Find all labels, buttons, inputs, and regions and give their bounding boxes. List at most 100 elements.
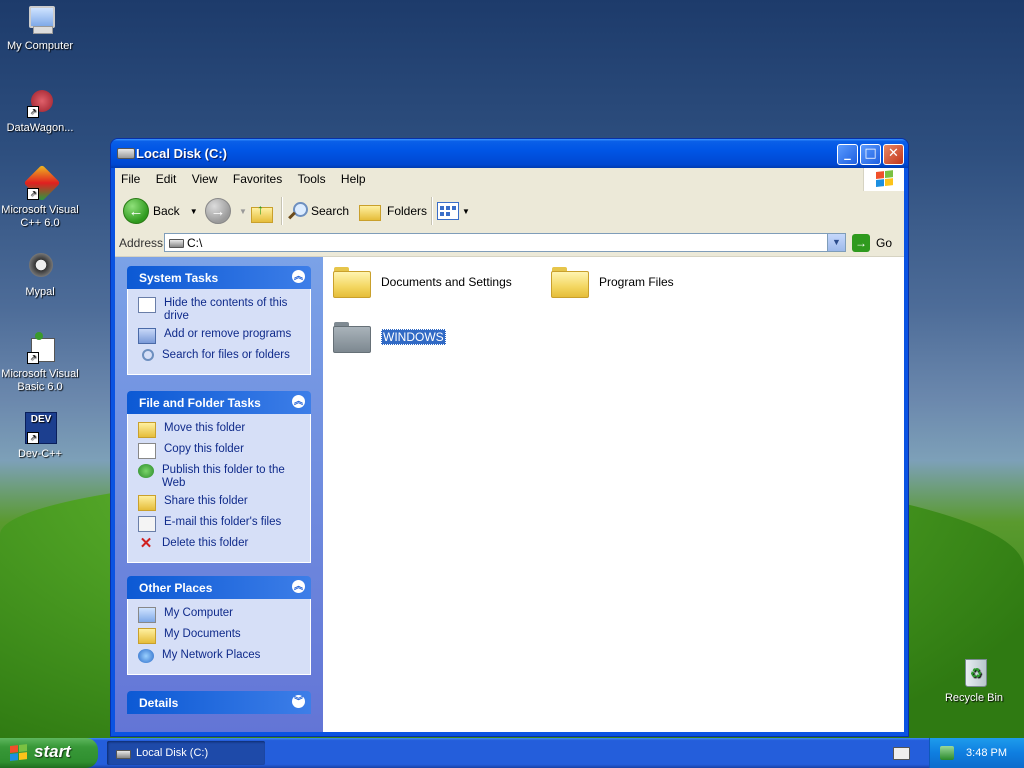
task-email-files[interactable]: E-mail this folder's files	[138, 516, 304, 532]
forward-arrow-icon: →	[205, 198, 231, 224]
windows-flag-icon	[10, 744, 28, 763]
place-my-computer[interactable]: My Computer	[138, 607, 304, 623]
folder-documents-and-settings[interactable]: Documents and Settings	[333, 265, 512, 298]
address-dropdown-button[interactable]: ▼	[827, 234, 845, 251]
file-folder-tasks-body: Move this folder Copy this folder Publis…	[127, 414, 311, 563]
desktop-icon-visual-cpp[interactable]: ↗ Microsoft Visual C++ 6.0	[0, 164, 80, 230]
collapse-chevron-icon[interactable]: ︽	[292, 395, 305, 408]
address-input[interactable]: C:\ ▼	[164, 233, 846, 252]
task-move-folder[interactable]: Move this folder	[138, 422, 304, 438]
place-my-documents[interactable]: My Documents	[138, 628, 304, 644]
address-bar: Address C:\ ▼ → Go	[115, 231, 904, 257]
file-list: Documents and Settings Program Files WIN…	[323, 257, 904, 732]
forward-button[interactable]: → ▼	[205, 198, 247, 224]
desktop-icon-my-computer[interactable]: My Computer	[0, 4, 80, 53]
details-header[interactable]: Details ︾	[127, 691, 311, 714]
search-label: Search	[311, 204, 350, 218]
menu-help[interactable]: Help	[335, 168, 372, 186]
go-button[interactable]: → Go	[852, 234, 892, 252]
search-icon	[138, 349, 154, 363]
expand-chevron-icon[interactable]: ︾	[292, 695, 305, 708]
content-area: System Tasks ︽ Hide the contents of this…	[115, 257, 904, 732]
minimize-button[interactable]: _	[837, 144, 858, 165]
folders-label: Folders	[387, 204, 428, 218]
visual-basic-icon: ↗	[23, 332, 57, 366]
collapse-chevron-icon[interactable]: ︽	[292, 270, 305, 283]
up-button[interactable]: ↑	[251, 198, 273, 224]
system-tasks-header[interactable]: System Tasks ︽	[127, 266, 311, 289]
collapse-chevron-icon[interactable]: ︽	[292, 580, 305, 593]
menu-file[interactable]: File	[115, 168, 146, 186]
file-folder-tasks-header[interactable]: File and Folder Tasks ︽	[127, 391, 311, 414]
menu-tools[interactable]: Tools	[292, 168, 332, 186]
back-button[interactable]: ← Back ▼	[123, 198, 198, 224]
task-label: Publish this folder to the Web	[162, 464, 285, 489]
share-folder-icon	[138, 495, 156, 511]
task-add-remove-programs[interactable]: Add or remove programs	[138, 328, 304, 344]
start-button[interactable]: start	[0, 738, 98, 768]
taskbar: start Local Disk (C:) 3:48 PM	[0, 738, 1024, 768]
network-tray-icon[interactable]	[940, 746, 954, 760]
details-panel: Details ︾	[127, 691, 311, 714]
drive-icon	[116, 750, 131, 759]
views-button[interactable]: ▼	[437, 198, 470, 224]
other-places-header[interactable]: Other Places ︽	[127, 576, 311, 599]
folder-label-selected: WINDOWS	[381, 328, 446, 345]
back-label: Back	[153, 204, 180, 218]
desktop-icon-label: DataWagon...	[6, 122, 74, 134]
menu-view[interactable]: View	[186, 168, 224, 186]
folder-program-files[interactable]: Program Files	[551, 265, 674, 298]
place-my-network-places[interactable]: My Network Places	[138, 649, 304, 663]
desktop-icon-mypal[interactable]: Mypal	[0, 250, 80, 299]
file-folder-tasks-panel: File and Folder Tasks ︽ Move this folder…	[127, 391, 311, 563]
desktop-icon-label: My Computer	[6, 40, 74, 52]
task-search-files[interactable]: Search for files or folders	[138, 349, 304, 363]
close-button[interactable]: ✕	[883, 144, 904, 165]
task-label: E-mail this folder's files	[164, 516, 282, 528]
go-arrow-icon: →	[852, 234, 870, 252]
folder-icon	[551, 265, 589, 298]
panel-title: Other Places	[139, 581, 213, 595]
task-copy-folder[interactable]: Copy this folder	[138, 443, 304, 459]
system-tasks-panel: System Tasks ︽ Hide the contents of this…	[127, 266, 311, 375]
address-value: C:\	[187, 236, 203, 250]
desktop-icon-devcpp[interactable]: DEV ↗ Dev-C++	[0, 412, 80, 461]
window-title: Local Disk (C:)	[136, 146, 228, 161]
go-label: Go	[876, 236, 893, 250]
taskbar-item-label: Local Disk (C:)	[136, 747, 209, 759]
publish-web-icon	[138, 464, 154, 478]
task-hide-contents[interactable]: Hide the contents of this drive	[138, 297, 304, 323]
desktop-icon-datawagon[interactable]: ↗ DataWagon...	[0, 86, 80, 135]
documents-folder-icon	[138, 628, 156, 644]
desktop-icon-visual-basic[interactable]: ↗ Microsoft Visual Basic 6.0	[0, 332, 80, 394]
taskbar-item-local-disk[interactable]: Local Disk (C:)	[107, 741, 265, 765]
desktop-icon-recycle-bin[interactable]: ♻ Recycle Bin	[934, 656, 1014, 705]
folders-button[interactable]: Folders	[359, 198, 427, 224]
folder-icon	[333, 265, 371, 298]
move-folder-icon	[138, 422, 156, 438]
computer-icon	[138, 607, 156, 623]
task-label: Copy this folder	[164, 443, 244, 455]
title-bar[interactable]: Local Disk (C:) _ □ ✕	[111, 139, 908, 168]
task-share-folder[interactable]: Share this folder	[138, 495, 304, 511]
system-tasks-body: Hide the contents of this drive Add or r…	[127, 289, 311, 375]
task-delete-folder[interactable]: ✕ Delete this folder	[138, 536, 304, 551]
place-label: My Network Places	[162, 649, 261, 661]
folder-windows[interactable]: WINDOWS	[333, 320, 446, 353]
menu-favorites[interactable]: Favorites	[227, 168, 288, 186]
task-publish-web[interactable]: Publish this folder to the Web	[138, 464, 304, 490]
hide-contents-icon	[138, 297, 156, 313]
search-button[interactable]: Search	[287, 198, 349, 224]
menu-edit[interactable]: Edit	[150, 168, 183, 186]
folders-icon	[359, 202, 381, 221]
devcpp-icon: DEV ↗	[23, 412, 57, 446]
panel-title: Details	[139, 696, 179, 710]
menu-bar: File Edit View Favorites Tools Help	[115, 168, 904, 192]
explorer-window: Local Disk (C:) _ □ ✕ File Edit View Fav…	[111, 139, 908, 736]
drive-icon	[169, 239, 184, 248]
computer-icon	[23, 4, 57, 38]
keyboard-icon[interactable]	[893, 747, 910, 760]
maximize-button[interactable]: □	[860, 144, 881, 165]
toolbar-separator	[431, 197, 433, 225]
clock[interactable]: 3:48 PM	[966, 747, 1007, 759]
